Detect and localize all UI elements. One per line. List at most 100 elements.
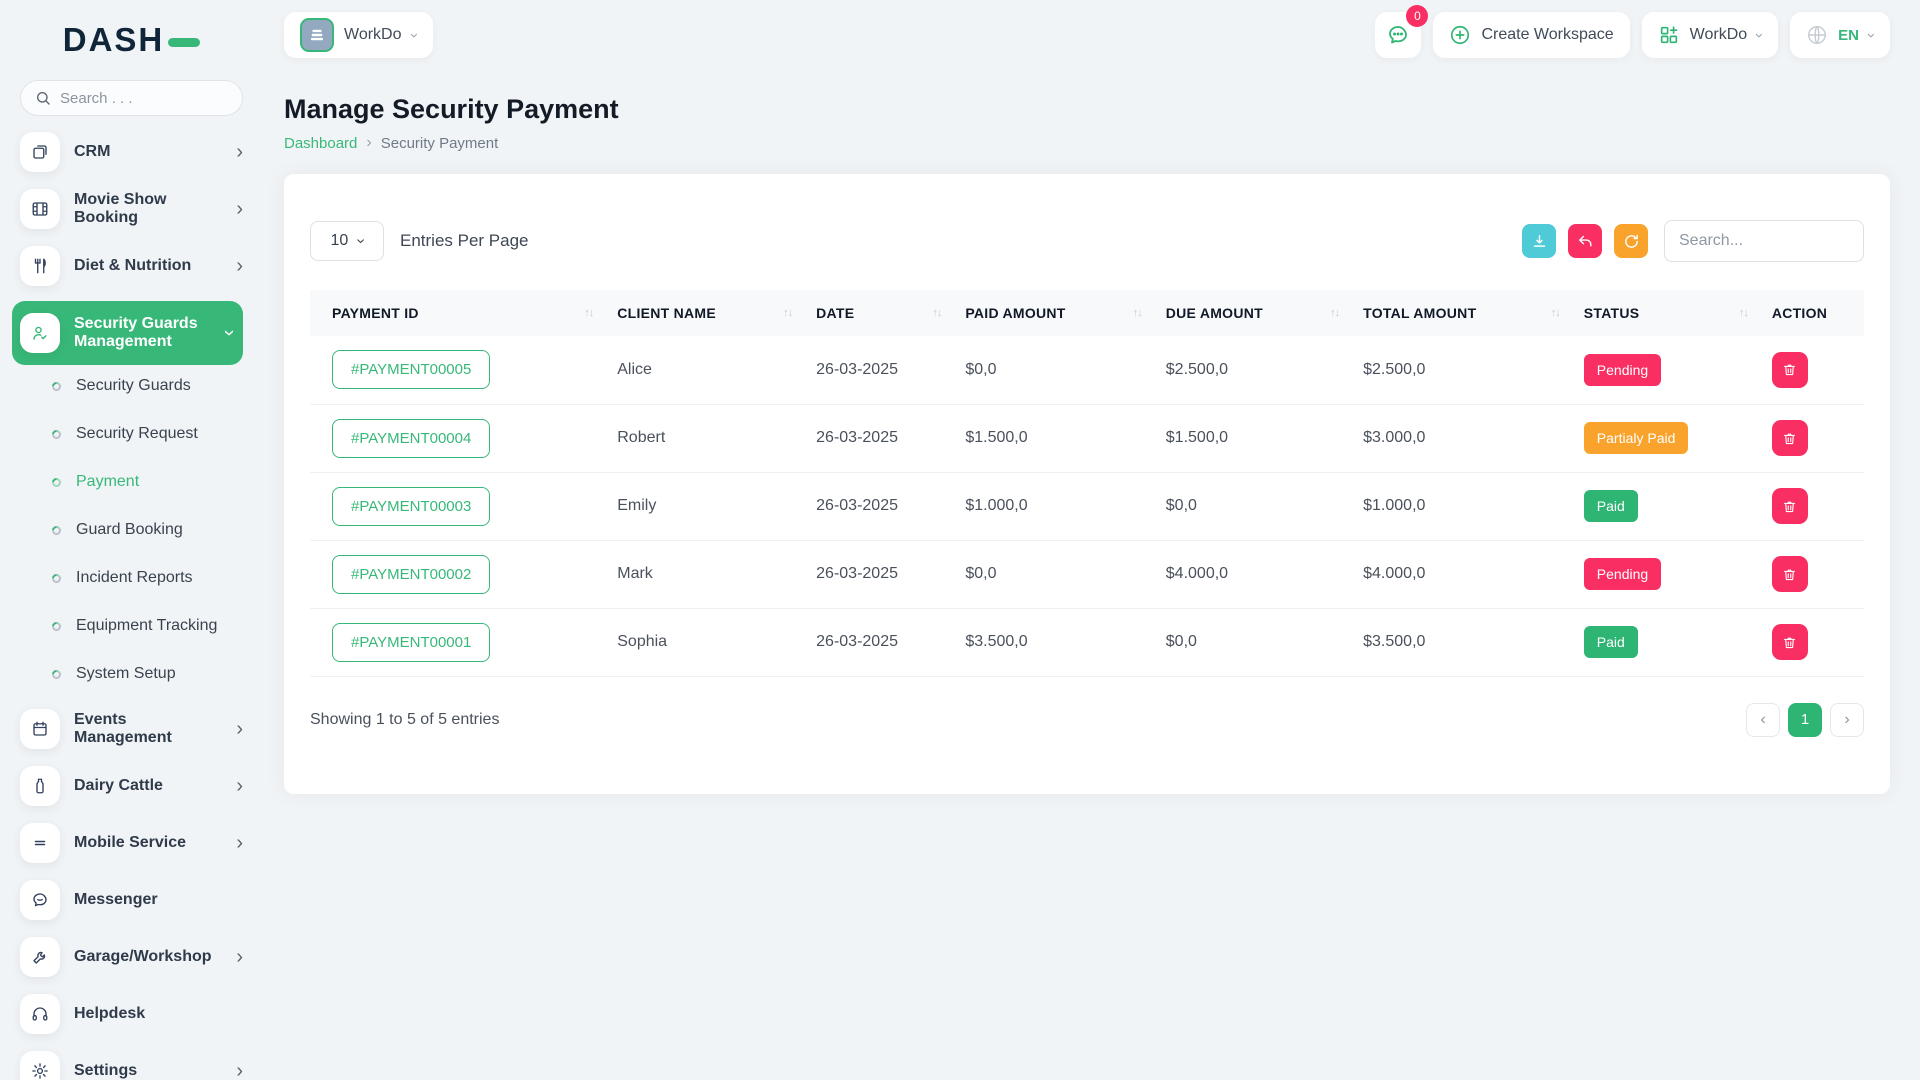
delete-button[interactable] — [1771, 488, 1808, 524]
pagination-next-button[interactable]: › — [1830, 702, 1864, 737]
chevron-down-icon: › — [405, 32, 423, 38]
client-name-cell: Mark — [605, 540, 805, 609]
sidebar-item-settings[interactable]: Settings › — [20, 1049, 243, 1080]
sidebar-subitem-payment[interactable]: Payment — [20, 467, 243, 497]
sidebar-item-mobile-service[interactable]: Mobile Service › — [20, 821, 243, 865]
undo-button[interactable] — [1568, 224, 1602, 258]
chevron-right-icon: › — [236, 255, 243, 277]
status-badge: Pending — [1583, 353, 1662, 386]
topbar: WorkDo › 0 Create Workspace WorkDo › EN … — [284, 5, 1890, 58]
table-row: #PAYMENT00005 Alice 26-03-2025 $0,0 $2.5… — [310, 336, 1864, 405]
delete-button[interactable] — [1771, 351, 1808, 388]
chevron-right-icon: › — [236, 718, 243, 740]
sort-icon[interactable]: ↑↓ — [1551, 307, 1561, 319]
delete-button[interactable] — [1771, 556, 1808, 592]
delete-button[interactable] — [1771, 420, 1808, 456]
sidebar-item-security-guards-management[interactable]: Security Guards Management › — [12, 301, 243, 365]
language-selector[interactable]: EN › — [1790, 12, 1890, 58]
client-name-cell: Robert — [605, 404, 805, 473]
bullet-icon — [50, 379, 63, 393]
language-label: EN — [1838, 26, 1859, 44]
refresh-button[interactable] — [1614, 224, 1648, 258]
sidebar-item-diet-nutrition[interactable]: Diet & Nutrition › — [20, 244, 243, 288]
payment-id-button[interactable]: #PAYMENT00005 — [332, 350, 491, 390]
col-total-amount[interactable]: TOTAL AMOUNT ↑↓ — [1351, 290, 1572, 336]
paid-amount-cell: $3.500,0 — [953, 608, 1154, 677]
sidebar-item-label: CRM — [74, 142, 111, 160]
sidebar-search-input[interactable] — [60, 89, 228, 107]
sidebar-subitem-incident-reports[interactable]: Incident Reports — [20, 563, 243, 593]
sidebar-subitem-label: Equipment Tracking — [76, 617, 218, 634]
sort-icon[interactable]: ↑↓ — [584, 307, 594, 319]
pagination: ‹ 1 › — [1746, 702, 1864, 737]
client-name-cell: Emily — [605, 472, 805, 541]
sidebar: DASH CRM › Movie Show Booking › — [0, 0, 256, 1080]
due-amount-cell: $4.000,0 — [1153, 540, 1352, 609]
col-action: ACTION — [1771, 305, 1828, 321]
table-search-input[interactable] — [1664, 220, 1864, 262]
sort-icon[interactable]: ↑↓ — [1330, 307, 1340, 319]
table-row: #PAYMENT00002 Mark 26-03-2025 $0,0 $4.00… — [310, 540, 1864, 609]
sidebar-item-label: Messenger — [74, 890, 158, 908]
chat-bubble-icon — [20, 880, 60, 920]
lines-icon — [20, 823, 60, 863]
sidebar-item-label: Movie Show Booking — [74, 190, 167, 226]
sidebar-search[interactable] — [20, 80, 243, 116]
sidebar-item-crm[interactable]: CRM › — [20, 130, 243, 174]
sidebar-item-events-management[interactable]: Events Management › — [20, 707, 243, 751]
bullet-icon — [50, 523, 63, 537]
sort-icon[interactable]: ↑↓ — [932, 307, 942, 319]
film-icon — [20, 189, 60, 229]
sidebar-subitem-security-request[interactable]: Security Request — [20, 419, 243, 449]
sidebar-item-label: Helpdesk — [74, 1004, 146, 1022]
sidebar-item-movie-show-booking[interactable]: Movie Show Booking › — [20, 187, 243, 231]
sort-icon[interactable]: ↑↓ — [1739, 307, 1749, 319]
col-payment-id[interactable]: PAYMENT ID ↑↓ — [310, 290, 605, 336]
workspace-name: WorkDo — [344, 26, 402, 43]
col-client-name[interactable]: CLIENT NAME ↑↓ — [605, 290, 804, 336]
sidebar-subitem-security-guards[interactable]: Security Guards — [20, 371, 243, 401]
payment-id-button[interactable]: #PAYMENT00004 — [332, 418, 491, 458]
delete-button[interactable] — [1771, 624, 1808, 660]
sidebar-item-messenger[interactable]: Messenger — [20, 878, 243, 922]
globe-icon — [1806, 24, 1828, 46]
chevron-right-icon: › — [236, 775, 243, 797]
table-footer: Showing 1 to 5 of 5 entries ‹ 1 › — [310, 702, 1864, 737]
workspace-menu-button[interactable]: WorkDo › — [1641, 12, 1779, 58]
date-cell: 26-03-2025 — [804, 336, 954, 405]
col-due-amount[interactable]: DUE AMOUNT ↑↓ — [1154, 290, 1351, 336]
sidebar-subitem-equipment-tracking[interactable]: Equipment Tracking — [20, 611, 243, 641]
sidebar-subitem-guard-booking[interactable]: Guard Booking — [20, 515, 243, 545]
create-workspace-button[interactable]: Create Workspace — [1433, 12, 1630, 58]
messages-button[interactable]: 0 — [1375, 5, 1429, 58]
date-cell: 26-03-2025 — [804, 540, 954, 609]
grid-plus-icon — [1658, 24, 1680, 46]
sort-icon[interactable]: ↑↓ — [1133, 307, 1143, 319]
sidebar-subitem-system-setup[interactable]: System Setup — [20, 659, 243, 689]
payment-id-button[interactable]: #PAYMENT00002 — [332, 554, 491, 594]
sort-icon[interactable]: ↑↓ — [783, 307, 793, 319]
pagination-prev-button[interactable]: ‹ — [1746, 702, 1780, 737]
workspace-selector[interactable]: WorkDo › — [284, 12, 433, 58]
table-header-row: PAYMENT ID ↑↓ CLIENT NAME ↑↓ DATE ↑↓ PAID A… — [310, 290, 1864, 336]
table-controls: 10 › Entries Per Page — [310, 220, 1864, 262]
sidebar-item-dairy-cattle[interactable]: Dairy Cattle › — [20, 764, 243, 808]
brand-logo-dash — [168, 37, 201, 47]
breadcrumb-dashboard-link[interactable]: Dashboard — [284, 135, 357, 152]
payment-id-button[interactable]: #PAYMENT00001 — [332, 622, 491, 662]
entries-per-page-select[interactable]: 10 › — [310, 221, 384, 261]
payment-id-button[interactable]: #PAYMENT00003 — [332, 486, 491, 526]
payments-card: 10 › Entries Per Page PAYME — [284, 174, 1890, 794]
col-paid-amount[interactable]: PAID AMOUNT ↑↓ — [953, 290, 1153, 336]
chevron-down-icon: › — [1863, 32, 1880, 38]
plus-circle-icon — [1449, 24, 1471, 46]
sidebar-subitem-label: System Setup — [76, 665, 176, 682]
sidebar-item-helpdesk[interactable]: Helpdesk — [20, 992, 243, 1036]
export-button[interactable] — [1522, 224, 1556, 258]
col-status[interactable]: STATUS ↑↓ — [1572, 290, 1760, 336]
paid-amount-cell: $0,0 — [953, 336, 1154, 405]
sidebar-item-garage-workshop[interactable]: Garage/Workshop › — [20, 935, 243, 979]
pagination-page-1[interactable]: 1 — [1788, 702, 1822, 737]
status-badge: Paid — [1583, 490, 1638, 522]
col-date[interactable]: DATE ↑↓ — [804, 290, 953, 336]
